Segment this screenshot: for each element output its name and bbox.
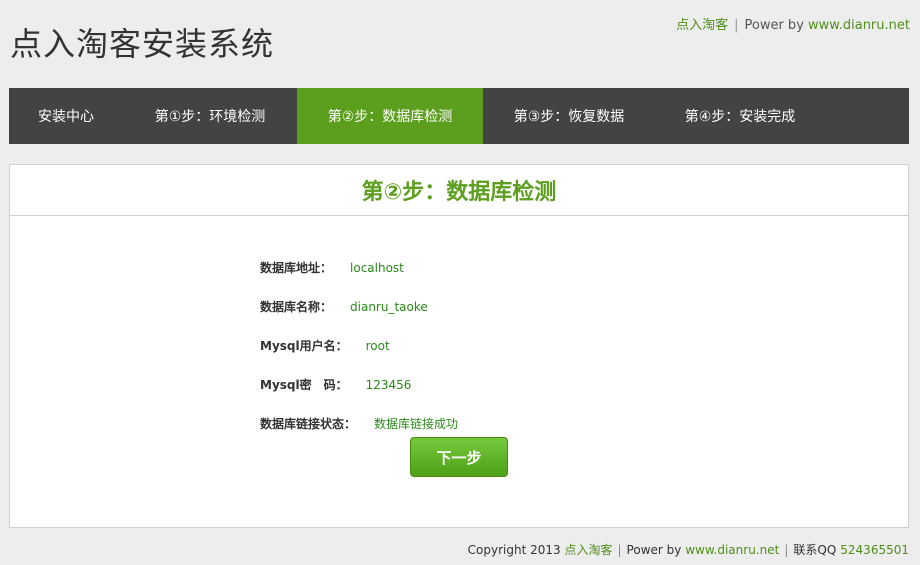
db-user-value: root <box>365 338 390 353</box>
footer-separator: | <box>617 543 622 557</box>
db-password-label: Mysql密 码： <box>260 378 348 392</box>
nav-item-step-3-restore-data[interactable]: 第③步：恢复数据 <box>483 88 655 144</box>
footer: Copyright 2013 点入淘客 | Power by www.dianru.… <box>468 541 909 558</box>
database-check-panel: 第②步：数据库检测 数据库地址： localhost 数据库名称： dianru… <box>9 164 909 528</box>
db-name-label: 数据库名称： <box>260 300 333 314</box>
nav-item-install-center[interactable]: 安装中心 <box>9 88 123 144</box>
next-step-button[interactable]: 下一步 <box>410 437 508 477</box>
footer-brand-link[interactable]: 点入淘客 <box>564 543 612 557</box>
power-by-label: Power by <box>744 18 804 33</box>
footer-power-by-link[interactable]: www.dianru.net <box>685 543 779 557</box>
brand-link[interactable]: 点入淘客 <box>676 18 728 33</box>
db-host-value: localhost <box>350 260 404 275</box>
nav-item-step-1-environment-check[interactable]: 第①步：环境检测 <box>123 88 297 144</box>
db-user-row: Mysql用户名： root <box>260 326 458 365</box>
db-password-value: 123456 <box>365 377 412 392</box>
top-links: 点入淘客 | Power by www.dianru.net <box>676 14 910 33</box>
power-by-link[interactable]: www.dianru.net <box>808 18 910 33</box>
step-navigation: 安装中心 第①步：环境检测 第②步：数据库检测 第③步：恢复数据 第④步：安装完… <box>9 88 909 144</box>
db-password-row: Mysql密 码： 123456 <box>260 365 458 404</box>
db-connection-status-value: 数据库链接成功 <box>374 417 459 431</box>
site-title: 点入淘客安装系统 <box>10 25 275 63</box>
db-host-label: 数据库地址： <box>260 261 333 275</box>
copyright-text: Copyright 2013 <box>467 543 561 557</box>
db-user-label: Mysql用户名： <box>260 339 348 353</box>
qq-label: 联系QQ <box>793 543 837 557</box>
db-name-row: 数据库名称： dianru_taoke <box>260 287 458 326</box>
nav-item-step-4-install-complete[interactable]: 第④步：安装完成 <box>655 88 825 144</box>
db-name-value: dianru_taoke <box>350 299 428 314</box>
db-host-row: 数据库地址： localhost <box>260 248 458 287</box>
database-info-list: 数据库地址： localhost 数据库名称： dianru_taoke Mys… <box>260 248 458 443</box>
db-connection-status-label: 数据库链接状态： <box>260 417 357 431</box>
separator: | <box>734 18 739 33</box>
panel-header: 第②步：数据库检测 <box>10 165 908 216</box>
panel-title: 第②步：数据库检测 <box>361 180 557 205</box>
footer-separator: | <box>784 543 789 557</box>
qq-number[interactable]: 524365501 <box>840 543 909 557</box>
nav-item-step-2-database-check[interactable]: 第②步：数据库检测 <box>297 88 483 144</box>
footer-power-by-label: Power by <box>626 543 682 557</box>
